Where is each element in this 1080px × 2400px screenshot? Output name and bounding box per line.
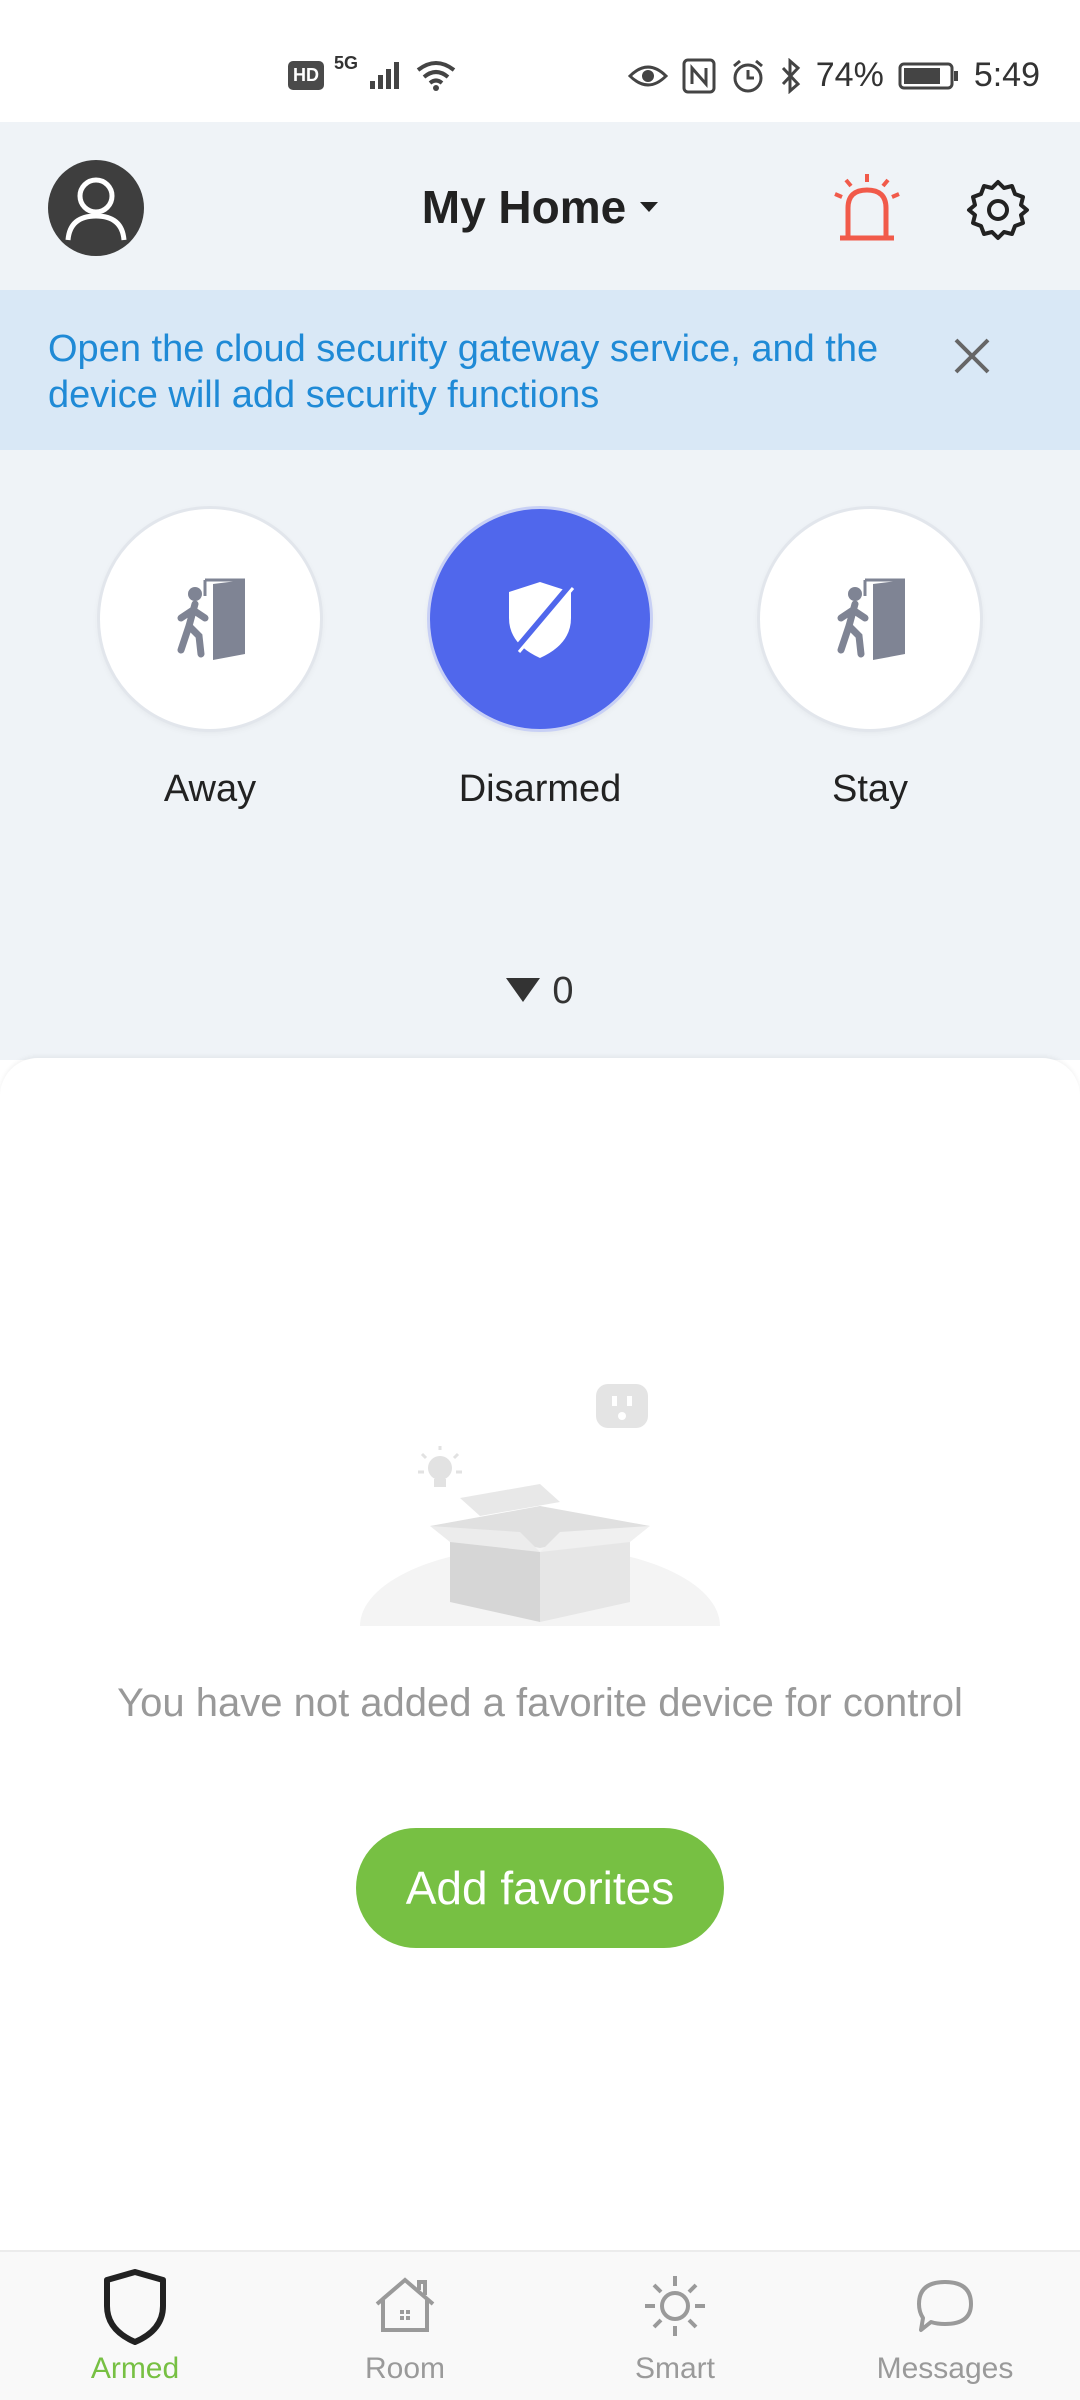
nav-room[interactable]: Room [270,2252,540,2400]
banner-message: Open the cloud security gateway service,… [48,328,879,416]
hd-badge: HD [288,60,324,90]
home-selector[interactable]: My Home [0,180,1080,234]
favorites-card: You have not added a favorite device for… [0,1058,1080,2250]
nav-room-label: Room [364,2352,446,2385]
nav-messages[interactable]: Messages [810,2252,1080,2400]
mode-stay-label: Stay [831,768,909,810]
network-type: 5G [334,52,359,73]
app-header: My Home [0,122,1080,290]
mode-disarmed-label: Disarmed [458,768,622,810]
security-mode-panel: Away Disarmed Stay 0 [0,450,1080,1060]
alarm-clock-icon [732,59,763,92]
status-left: HD 5G [288,53,458,92]
bottom-navigation: Armed Room Smart Messages [0,2250,1080,2400]
clock-time: 5:49 [973,56,1040,94]
battery-icon [898,62,958,89]
chat-bubble-icon [917,2280,973,2332]
nfc-icon [682,58,716,93]
mode-away-label: Away [163,768,257,810]
mode-away[interactable]: Away [97,506,323,811]
add-favorites-button[interactable]: Add favorites [356,1828,724,1948]
nav-messages-label: Messages [876,2352,1014,2385]
status-right: 74% 5:49 [627,56,1040,95]
close-icon[interactable] [948,332,996,380]
event-count: 0 [552,970,574,1012]
house-icon [375,2277,435,2332]
triangle-down-icon [506,977,541,1002]
nav-armed-label: Armed [90,2352,180,2385]
person-exit-door-icon [177,578,245,660]
gear-icon[interactable] [966,178,1030,242]
light-bulb-icon [418,1446,462,1487]
mode-disarmed[interactable]: Disarmed [427,506,653,811]
home-title: My Home [421,181,627,233]
nav-armed[interactable]: Armed [0,2252,270,2400]
security-gateway-banner[interactable]: Open the cloud security gateway service,… [0,290,1080,450]
mode-away-button[interactable] [97,506,323,732]
wifi-icon [416,61,456,91]
empty-box-illustration [358,1376,722,1706]
shield-disarmed-icon [509,582,575,658]
nav-smart[interactable]: Smart [540,2252,810,2400]
empty-state-message: You have not added a favorite device for… [117,1681,963,1725]
caret-down-icon [640,201,659,212]
battery-percent: 74% [815,56,884,94]
siren-icon[interactable] [832,172,902,244]
eye-icon [627,65,668,86]
bluetooth-icon [781,57,800,94]
mode-stay-button[interactable] [757,506,983,732]
nav-smart-label: Smart [634,2352,715,2385]
event-counter[interactable]: 0 [0,970,1080,1013]
mode-disarmed-button[interactable] [427,506,653,732]
outlet-icon [596,1384,648,1428]
signal-icon [370,62,400,89]
status-bar: HD 5G 74% 5:49 [0,0,1080,122]
person-exit-door-icon [837,578,905,660]
mode-stay[interactable]: Stay [757,506,983,811]
sun-icon [645,2276,705,2336]
shield-icon [104,2269,166,2345]
